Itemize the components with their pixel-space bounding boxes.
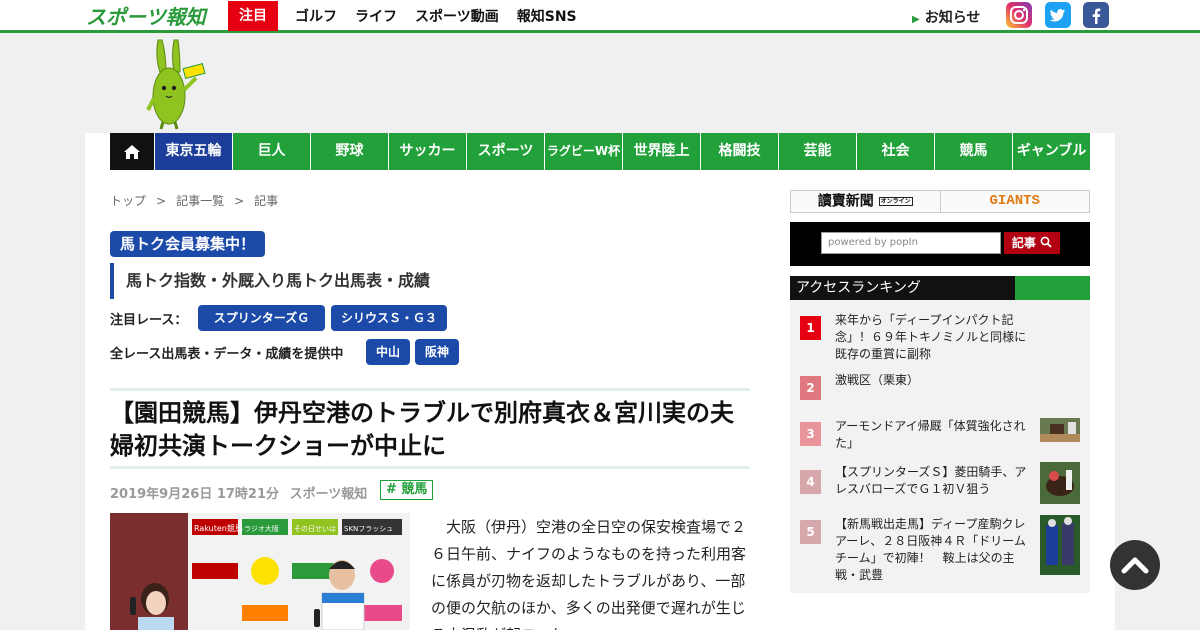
svg-text:ラジオ大阪: ラジオ大阪: [244, 524, 279, 533]
ranking-header: アクセスランキング: [790, 276, 1090, 300]
article-source: スポーツ報知: [289, 487, 368, 502]
headline-border-top: [110, 388, 750, 391]
facebook-icon[interactable]: [1083, 2, 1109, 28]
category-society[interactable]: 社会: [856, 133, 934, 170]
top-bar: スポーツ報知 注目 ゴルフ ライフ スポーツ動画 報知SNS ▶ お知らせ: [0, 0, 1200, 33]
race-sirius-g3[interactable]: シリウスＳ・Ｇ３: [331, 305, 447, 331]
home-button[interactable]: [110, 133, 154, 170]
featured-race-label: 注目レース：: [110, 313, 188, 328]
rank-title: アーモンドアイ帰厩「体質強化された」: [835, 419, 1026, 450]
home-icon: [124, 144, 140, 159]
ranking-title: アクセスランキング: [796, 280, 921, 296]
category-soccer[interactable]: サッカー: [388, 133, 466, 170]
breadcrumb: トップ > 記事一覧 > 記事: [110, 194, 279, 208]
article-photo[interactable]: Rakuten競馬 ラジオ大阪 その日せいは SKNフラッシュ: [110, 513, 410, 630]
svg-text:Rakuten競馬: Rakuten競馬: [194, 523, 243, 533]
featured-link[interactable]: 注目: [228, 1, 278, 31]
category-horse-racing[interactable]: 競馬: [934, 133, 1012, 170]
rank-number: 1: [800, 316, 821, 340]
rank-number: 5: [800, 520, 821, 544]
category-sports[interactable]: スポーツ: [466, 133, 544, 170]
article-headline: 【園田競馬】伊丹空港のトラブルで別府真衣＆宮川実の夫婦初共演トークショーが中止に: [110, 399, 734, 460]
article-meta: 2019年9月26日 17時21分 スポーツ報知: [110, 483, 367, 502]
svg-text:その日せいは: その日せいは: [294, 525, 336, 533]
promo-subhead[interactable]: 馬トク指数・外厩入り馬トク出馬表・成績: [110, 263, 430, 299]
breadcrumb-article: 記事: [254, 194, 279, 208]
category-rugby-worldcup[interactable]: ラグビーW杯: [544, 133, 622, 170]
sponsor-banner[interactable]: 讀賣新聞 オンライン GIANTS: [790, 190, 1090, 213]
top-nav-video[interactable]: スポーツ動画: [415, 6, 499, 26]
microphone-icon: [130, 597, 136, 615]
top-nav-life[interactable]: ライフ: [355, 6, 397, 26]
rank-title: 【新馬戦出走馬】ディープ産駒クレアーレ、２８日阪神４Ｒ「ドリームチーム」で初陣！…: [835, 517, 1026, 582]
article-tag[interactable]: # 競馬: [380, 480, 434, 500]
giants-link[interactable]: GIANTS: [941, 191, 1090, 212]
breadcrumb-article-list[interactable]: 記事一覧: [176, 194, 224, 208]
article-date: 2019年9月26日 17時21分: [110, 487, 280, 502]
article-body: 大阪（伊丹）空港の全日空の保安検査場で２６日午前、ナイフのようなものを持った利用…: [431, 518, 747, 630]
category-tokyo2020[interactable]: 東京五輪: [154, 133, 232, 170]
rank-thumbnail: [1040, 515, 1080, 575]
top-nav-golf[interactable]: ゴルフ: [295, 6, 337, 26]
rank-number: 2: [800, 376, 821, 400]
top-nav-sns[interactable]: 報知SNS: [517, 6, 577, 26]
all-races-label: 全レース出馬表・データ・成績を提供中: [110, 347, 344, 362]
rank-number: 4: [800, 470, 821, 494]
rank-number: 3: [800, 422, 821, 446]
venue-hanshin[interactable]: 阪神: [415, 339, 459, 365]
category-baseball[interactable]: 野球: [310, 133, 388, 170]
category-giants[interactable]: 巨人: [232, 133, 310, 170]
chevron-up-icon: [1121, 557, 1149, 574]
category-martial-arts[interactable]: 格闘技: [700, 133, 778, 170]
rank-thumbnail: [1040, 462, 1080, 504]
instagram-icon[interactable]: [1006, 2, 1032, 28]
rank-title: 【スプリンターズＳ】菱田騎手、アレスバローズでＧ１初Ｖ狙う: [835, 465, 1027, 496]
search-button[interactable]: 記事: [1004, 232, 1060, 254]
online-badge: オンライン: [878, 197, 913, 206]
ranking-header-accent: [1015, 276, 1090, 300]
ranking-list: 1 来年から「ディープインパクト記念」！６９年トキノミノルと同様に既存の重賞に副…: [790, 300, 1090, 593]
notice-label: お知らせ: [924, 10, 981, 26]
headline-border-bottom: [110, 466, 750, 469]
breadcrumb-top[interactable]: トップ: [110, 194, 146, 208]
svg-text:スポーツ報知: スポーツ報知: [86, 5, 208, 29]
rank-thumbnail: [1040, 418, 1080, 442]
svg-text:SKNフラッシュ: SKNフラッシュ: [344, 525, 393, 533]
search-icon: [1040, 236, 1052, 248]
search-button-label: 記事: [1011, 236, 1036, 250]
rank-title: 来年から「ディープインパクト記念」！６９年トキノミノルと同様に既存の重賞に副称: [835, 313, 1027, 361]
race-sprinters-g1[interactable]: スプリンターズＧ１: [198, 305, 325, 351]
back-to-top-button[interactable]: [1110, 540, 1160, 590]
twitter-icon[interactable]: [1045, 2, 1071, 28]
category-athletics[interactable]: 世界陸上: [622, 133, 700, 170]
mascot-illustration: [146, 39, 206, 130]
triangle-right-icon: ▶: [912, 14, 920, 25]
yomiuri-label: 讀賣新聞: [817, 193, 874, 210]
category-entertainment[interactable]: 芸能: [778, 133, 856, 170]
search-input[interactable]: powered by popIn: [821, 232, 1001, 254]
top-nav: 注目 ゴルフ ライフ スポーツ動画 報知SNS: [228, 1, 586, 31]
rank-title: 激戦区（栗東）: [835, 373, 920, 387]
category-gambling[interactable]: ギャンブル: [1012, 133, 1090, 170]
notice-link[interactable]: ▶ お知らせ: [912, 7, 980, 27]
member-recruit-button[interactable]: 馬トク会員募集中！: [110, 231, 266, 257]
site-logo[interactable]: スポーツ報知: [84, 2, 208, 29]
search-bar: powered by popIn 記事: [790, 222, 1090, 266]
venue-nakayama[interactable]: 中山: [366, 339, 410, 365]
category-nav: 東京五輪 巨人 野球 サッカー スポーツ ラグビーW杯 世界陸上 格闘技 芸能 …: [110, 133, 1090, 170]
yomiuri-online-link[interactable]: 讀賣新聞 オンライン: [791, 191, 941, 212]
